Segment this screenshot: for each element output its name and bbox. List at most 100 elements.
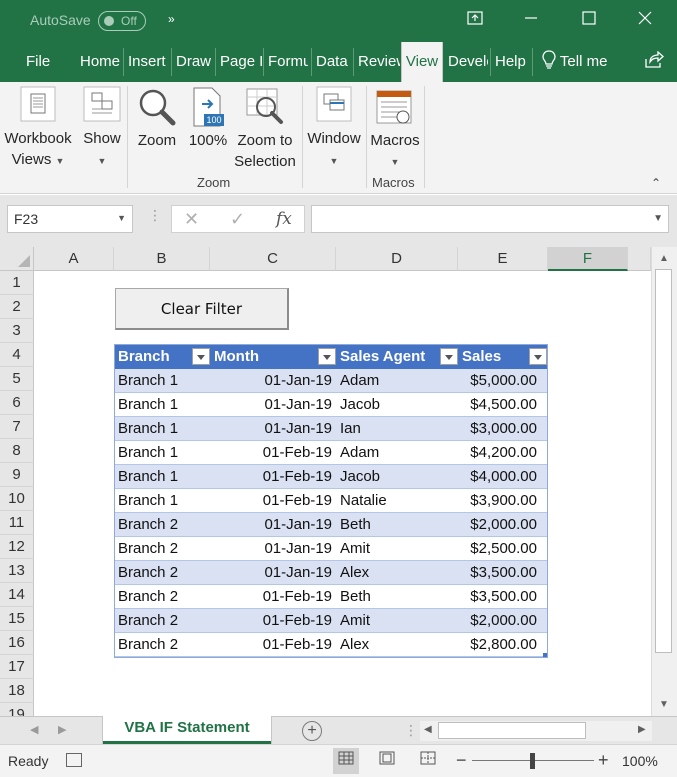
cell-branch[interactable]: Branch 2 [118,561,178,585]
close-icon[interactable] [630,8,660,34]
tab-help[interactable]: Help [495,42,531,82]
add-sheet-icon[interactable]: + [302,721,322,741]
row-header-9[interactable]: 9 [0,463,34,487]
tab-formulas[interactable]: Formulas [268,42,308,82]
row-header-13[interactable]: 13 [0,559,34,583]
tab-view[interactable]: View [401,42,443,84]
vertical-scrollbar[interactable]: ▲ ▼ [651,247,677,716]
cell-sales[interactable]: $4,500.00 [470,393,537,417]
workbook-views-button[interactable]: Workbook Views ▼ [2,82,74,172]
normal-view-icon[interactable] [333,748,359,774]
clear-filter-button[interactable]: Clear Filter [115,288,289,330]
share-icon[interactable] [644,42,670,82]
table-resize-handle[interactable] [543,653,547,657]
row-header-14[interactable]: 14 [0,583,34,607]
table-row[interactable]: Branch 1 01-Feb-19 Adam $4,200.00 [115,441,547,465]
table-row[interactable]: Branch 2 01-Jan-19 Beth $2,000.00 [115,513,547,537]
cell-sales-agent[interactable]: Alex [340,633,369,657]
scroll-right-icon[interactable]: ▶ [638,724,646,735]
zoom-100-button[interactable]: 100 100% [186,82,230,172]
table-row[interactable]: Branch 1 01-Feb-19 Natalie $3,900.00 [115,489,547,513]
worksheet-grid[interactable]: A B C D E F 1 2 3 4 5 6 7 8 9 10 11 12 13 14 15 16 17 18 1… [0,247,677,716]
row-header-18[interactable]: 18 [0,679,34,703]
cell-sales-agent[interactable]: Alex [340,561,369,585]
tab-data[interactable]: Data [316,42,352,82]
row-header-7[interactable]: 7 [0,415,34,439]
select-all-corner[interactable] [0,247,34,271]
scroll-thumb[interactable] [655,269,672,653]
row-header-1[interactable]: 1 [0,271,34,295]
cell-sales[interactable]: $5,000.00 [470,369,537,393]
tab-developer[interactable]: Developer [448,42,488,82]
table-row[interactable]: Branch 1 01-Feb-19 Jacob $4,000.00 [115,465,547,489]
minimize-icon[interactable] [516,8,546,34]
row-header-6[interactable]: 6 [0,391,34,415]
drag-handle-icon[interactable]: ⋮ [148,207,162,224]
horizontal-scrollbar[interactable]: ◀ ▶ [420,721,652,741]
cell-month[interactable]: 01-Jan-19 [264,369,332,393]
row-header-10[interactable]: 10 [0,487,34,511]
scroll-left-icon[interactable]: ◀ [424,724,432,735]
cell-sales-agent[interactable]: Jacob [340,465,380,489]
formula-input[interactable]: ▼ [311,205,669,233]
cell-sales[interactable]: $3,500.00 [470,585,537,609]
table-row[interactable]: Branch 1 01-Jan-19 Jacob $4,500.00 [115,393,547,417]
cell-sales-agent[interactable]: Beth [340,585,371,609]
tab-insert[interactable]: Insert [128,42,172,82]
cell-sales[interactable]: $2,000.00 [470,513,537,537]
cell-month[interactable]: 01-Feb-19 [263,633,332,657]
cell-month[interactable]: 01-Jan-19 [264,513,332,537]
enter-icon[interactable]: ✓ [230,209,245,230]
cell-branch[interactable]: Branch 1 [118,417,178,441]
filter-dropdown-branch[interactable] [192,348,210,365]
cell-sales-agent[interactable]: Beth [340,513,371,537]
tab-review[interactable]: Review [358,42,400,82]
table-row[interactable]: Branch 2 01-Jan-19 Alex $3,500.00 [115,561,547,585]
column-header-d[interactable]: D [336,247,458,271]
cell-month[interactable]: 01-Jan-19 [264,417,332,441]
horizontal-scroll-thumb[interactable] [438,722,586,739]
table-row[interactable]: Branch 2 01-Feb-19 Amit $2,000.00 [115,609,547,633]
row-header-4[interactable]: 4 [0,343,34,367]
cell-branch[interactable]: Branch 2 [118,633,178,657]
insert-function-icon[interactable]: fx [276,209,292,229]
zoom-button[interactable]: Zoom [132,82,182,172]
cell-branch[interactable]: Branch 1 [118,489,178,513]
cell-sales-agent[interactable]: Amit [340,537,370,561]
cell-month[interactable]: 01-Feb-19 [263,489,332,513]
next-sheet-icon[interactable]: ▶ [58,723,66,736]
table-row[interactable]: Branch 2 01-Feb-19 Alex $2,800.00 [115,633,547,657]
cell-branch[interactable]: Branch 2 [118,537,178,561]
column-header-b[interactable]: B [114,247,210,271]
autosave-toggle[interactable]: Off [98,11,146,31]
cell-month[interactable]: 01-Jan-19 [264,537,332,561]
row-header-16[interactable]: 16 [0,631,34,655]
collapse-ribbon-icon[interactable]: ⌃ [651,176,661,190]
cell-sales[interactable]: $4,000.00 [470,465,537,489]
cell-sales-agent[interactable]: Adam [340,369,379,393]
cell-sales[interactable]: $3,000.00 [470,417,537,441]
sheet-tab-vba-if-statement[interactable]: VBA IF Statement [103,716,271,744]
maximize-icon[interactable] [574,8,604,34]
tab-split-handle-icon[interactable]: ⋮ [404,722,418,739]
cell-month[interactable]: 01-Feb-19 [263,441,332,465]
cancel-icon[interactable]: ✕ [184,209,199,230]
cell-branch[interactable]: Branch 1 [118,393,178,417]
scroll-up-icon[interactable]: ▲ [659,253,669,264]
cell-branch[interactable]: Branch 1 [118,441,178,465]
table-row[interactable]: Branch 1 01-Jan-19 Adam $5,000.00 [115,369,547,393]
column-header-c[interactable]: C [210,247,336,271]
page-layout-view-icon[interactable] [374,748,400,774]
chevron-down-icon[interactable]: ▼ [653,213,663,224]
row-header-8[interactable]: 8 [0,439,34,463]
filter-dropdown-sales-agent[interactable] [440,348,458,365]
table-row[interactable]: Branch 2 01-Feb-19 Beth $3,500.00 [115,585,547,609]
cell-month[interactable]: 01-Feb-19 [263,465,332,489]
ribbon-display-icon[interactable] [460,8,490,34]
cell-sales[interactable]: $3,500.00 [470,561,537,585]
scroll-down-icon[interactable]: ▼ [659,699,669,710]
tab-file[interactable]: File [26,42,56,82]
cell-branch[interactable]: Branch 1 [118,465,178,489]
zoom-slider-thumb[interactable] [530,753,535,769]
table-row[interactable]: Branch 1 01-Jan-19 Ian $3,000.00 [115,417,547,441]
